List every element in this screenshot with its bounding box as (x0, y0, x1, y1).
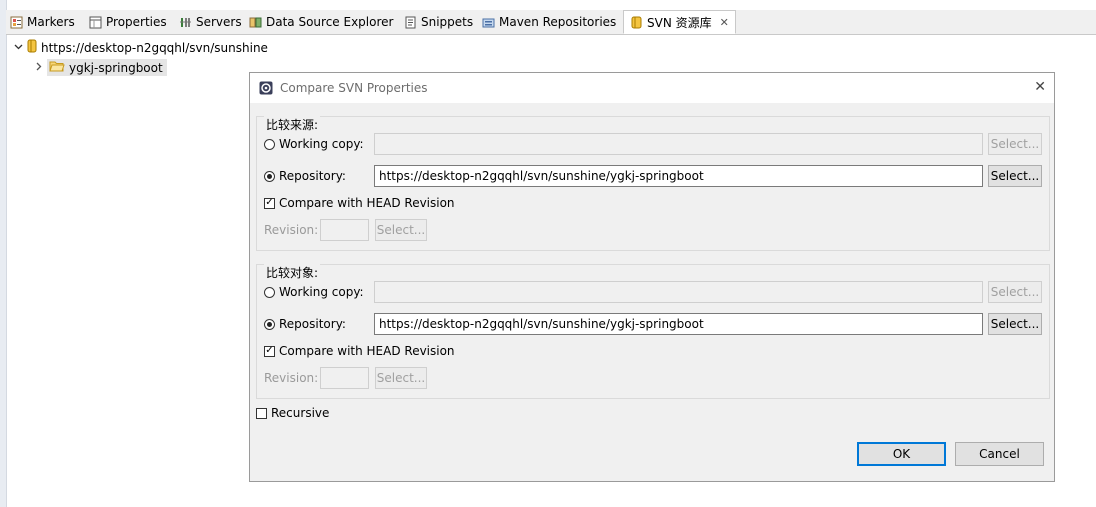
tab-label: Servers (196, 15, 242, 29)
servers-icon (179, 16, 192, 29)
checkbox-label: Compare with HEAD Revision (279, 196, 455, 210)
target-working-copy-select-button: Select... (988, 281, 1042, 303)
radio-label: Repository: (279, 169, 346, 183)
compare-svn-properties-dialog: Compare SVN Properties ✕ 比较来源: Working c… (249, 72, 1055, 482)
checkbox-label: Compare with HEAD Revision (279, 344, 455, 358)
source-revision-select-button: Select... (375, 219, 427, 241)
tree-item-ygkj-springboot[interactable]: ygkj-springboot (33, 59, 167, 76)
target-revision-input (320, 367, 369, 389)
properties-icon (89, 16, 102, 29)
radio-icon[interactable] (264, 138, 275, 150)
radio-label: Working copy: (279, 285, 364, 299)
target-group-label: 比较对象: (264, 264, 321, 281)
checkbox-checked-icon[interactable]: ✓ (264, 197, 275, 209)
tab-label: SVN 资源库 (647, 15, 712, 30)
ok-button[interactable]: OK (857, 442, 946, 466)
recursive-checkbox[interactable]: Recursive (256, 406, 329, 420)
repository-icon (27, 39, 37, 56)
target-head-revision-checkbox[interactable]: ✓ Compare with HEAD Revision (264, 344, 455, 358)
tab-label: Properties (106, 15, 167, 29)
tab-label: Maven Repositories (499, 15, 617, 29)
close-icon[interactable]: ✕ (720, 16, 729, 29)
tree-item-label: https://desktop-n2gqqhl/svn/sunshine (41, 40, 268, 55)
maven-repositories-icon (482, 16, 495, 29)
source-head-revision-checkbox[interactable]: ✓ Compare with HEAD Revision (264, 196, 455, 210)
tree-item-label: ygkj-springboot (69, 60, 163, 75)
target-working-copy-field (374, 281, 983, 303)
target-working-copy-radio[interactable]: Working copy: (264, 285, 364, 299)
checkbox-checked-icon[interactable]: ✓ (264, 345, 275, 357)
source-repository-radio[interactable]: Repository: (264, 169, 346, 183)
tab-servers[interactable]: Servers (179, 10, 242, 34)
dialog-titlebar: Compare SVN Properties ✕ (250, 73, 1054, 103)
tab-snippets[interactable]: Snippets (404, 10, 473, 34)
data-source-icon (249, 16, 262, 29)
markers-icon (10, 16, 23, 29)
dialog-title: Compare SVN Properties (280, 81, 428, 95)
tab-label: Data Source Explorer (266, 15, 394, 29)
snippets-icon (404, 16, 417, 29)
checkbox-label: Recursive (271, 406, 330, 420)
source-working-copy-radio[interactable]: Working copy: (264, 137, 364, 151)
target-repository-url-input[interactable]: https://desktop-n2gqqhl/svn/sunshine/ygk… (374, 313, 983, 335)
source-repository-select-button[interactable]: Select... (988, 165, 1042, 187)
tree-item-selection[interactable]: ygkj-springboot (47, 59, 167, 76)
radio-icon[interactable] (264, 286, 275, 298)
svn-repository-icon (630, 16, 643, 29)
chevron-right-icon[interactable] (33, 62, 43, 74)
source-working-copy-field (374, 133, 983, 155)
left-window-edge (0, 0, 7, 507)
chevron-down-icon[interactable] (13, 42, 23, 54)
radio-label: Repository: (279, 317, 346, 331)
radio-icon[interactable] (264, 170, 275, 182)
tab-markers[interactable]: Markers (10, 10, 75, 34)
radio-label: Working copy: (279, 137, 364, 151)
source-revision-label: Revision: (264, 223, 319, 237)
target-revision-select-button: Select... (375, 367, 427, 389)
target-repository-select-button[interactable]: Select... (988, 313, 1042, 335)
tab-label: Markers (27, 15, 75, 29)
source-group-label: 比较来源: (264, 116, 321, 133)
target-repository-radio[interactable]: Repository: (264, 317, 346, 331)
view-tab-bar: Markers Properties Servers Data Source E… (6, 10, 1096, 35)
tab-maven-repositories[interactable]: Maven Repositories (482, 10, 616, 34)
radio-icon[interactable] (264, 318, 275, 330)
close-icon[interactable]: ✕ (1034, 79, 1046, 95)
folder-icon (49, 60, 65, 75)
target-revision-label: Revision: (264, 371, 319, 385)
tab-data-source-explorer[interactable]: Data Source Explorer (249, 10, 393, 34)
source-working-copy-select-button: Select... (988, 133, 1042, 155)
source-repository-url-input[interactable]: https://desktop-n2gqqhl/svn/sunshine/ygk… (374, 165, 983, 187)
source-revision-input (320, 219, 369, 241)
tab-svn-repository[interactable]: SVN 资源库 ✕ (623, 10, 736, 34)
tree-item-repository-root[interactable]: https://desktop-n2gqqhl/svn/sunshine (13, 39, 268, 56)
tab-properties[interactable]: Properties (89, 10, 167, 34)
tab-label: Snippets (421, 15, 474, 29)
cancel-button[interactable]: Cancel (955, 442, 1044, 466)
checkbox-unchecked-icon[interactable] (256, 407, 267, 419)
svn-app-icon (259, 81, 273, 95)
